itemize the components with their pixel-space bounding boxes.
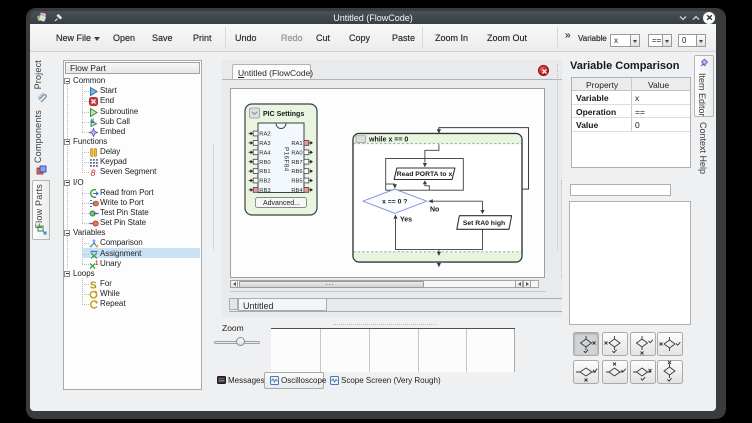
svg-text:RA3: RA3 — [259, 141, 270, 147]
svg-text:RB2: RB2 — [259, 179, 270, 185]
svg-text:1: 1 — [95, 261, 99, 267]
svg-text:RB1: RB1 — [259, 169, 270, 175]
svg-text:Advanced...: Advanced... — [263, 200, 300, 207]
svg-text:x == 0 ?: x == 0 ? — [382, 199, 407, 206]
svg-text:RB0: RB0 — [259, 160, 270, 166]
svg-text:Set RA0 high: Set RA0 high — [463, 220, 505, 227]
svg-text:RB3: RB3 — [259, 188, 270, 194]
svg-text:P16F84: P16F84 — [283, 147, 290, 172]
svg-text:Yes: Yes — [400, 216, 412, 223]
svg-text:RA1: RA1 — [291, 141, 302, 147]
svg-text:PIC Settings: PIC Settings — [263, 111, 304, 118]
svg-text:S: S — [91, 119, 95, 125]
svg-text:RB6: RB6 — [291, 169, 302, 175]
svg-text:RB7: RB7 — [291, 160, 302, 166]
svg-text:RA2: RA2 — [259, 132, 270, 138]
svg-text:Read PORTA to x: Read PORTA to x — [397, 171, 453, 178]
svg-text:RB4: RB4 — [291, 188, 303, 194]
svg-text:8: 8 — [91, 168, 96, 177]
svg-text:RA0: RA0 — [291, 150, 302, 156]
svg-text:No: No — [430, 207, 439, 214]
svg-text:RA4: RA4 — [259, 150, 271, 156]
svg-text:while x == 0: while x == 0 — [368, 137, 408, 144]
svg-text:S: S — [90, 281, 97, 290]
svg-text:RB5: RB5 — [291, 179, 302, 185]
